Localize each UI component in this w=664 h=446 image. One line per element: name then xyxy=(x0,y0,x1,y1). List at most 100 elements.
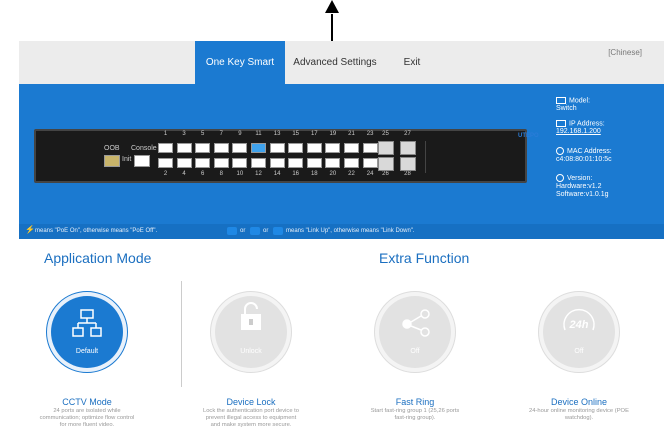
device-lock-desc: Lock the authentication port device to p… xyxy=(202,408,300,428)
model-value: Switch xyxy=(556,105,577,113)
sfp-port[interactable] xyxy=(400,141,416,155)
port-number-label: 24 xyxy=(366,171,374,177)
ethernet-port[interactable] xyxy=(362,143,378,153)
port-number-label: 2 xyxy=(163,171,168,177)
cctv-mode-desc: 24 ports are isolated while communicatio… xyxy=(39,408,135,428)
ethernet-port[interactable] xyxy=(213,158,229,168)
ethernet-port[interactable] xyxy=(362,158,378,168)
info-icon xyxy=(556,174,564,182)
cctv-mode-inner: Default xyxy=(51,296,123,368)
link-up-swatch-2 xyxy=(250,227,260,235)
device-lock-title: Device Lock xyxy=(226,397,276,407)
port-number-label: 23 xyxy=(366,131,374,137)
fast-ring-desc: Start fast-ring group 1 (25,26 ports fas… xyxy=(370,408,460,421)
section-divider xyxy=(181,281,182,387)
ethernet-port[interactable] xyxy=(344,158,359,168)
port-number-label: 18 xyxy=(310,171,318,177)
ethernet-port[interactable] xyxy=(306,158,322,168)
mac-info: MAC Address: c4:08:80:01:10:5c xyxy=(556,147,612,164)
port-number-label: 3 xyxy=(182,131,186,137)
ethernet-port[interactable] xyxy=(213,143,229,153)
sfp-port[interactable] xyxy=(400,157,416,171)
port-number-label: 12 xyxy=(255,171,262,177)
application-mode-title: Application Mode xyxy=(44,250,152,266)
monitor-icon xyxy=(556,97,566,104)
console-port xyxy=(134,155,150,167)
port-number-label: 19 xyxy=(329,131,337,137)
oob-port xyxy=(104,155,120,167)
ethernet-port[interactable] xyxy=(344,143,359,153)
ethernet-port[interactable] xyxy=(176,158,192,168)
port-number-label: 7 xyxy=(219,131,223,137)
device-online-inner: 24h Off xyxy=(543,296,615,368)
ethernet-port[interactable] xyxy=(269,143,285,153)
ip-label: IP Address: xyxy=(569,120,605,128)
fast-ring-title: Fast Ring xyxy=(395,397,435,407)
fast-ring-button[interactable]: Off xyxy=(374,291,456,373)
legend-or-2: or xyxy=(263,228,269,234)
ethernet-port[interactable] xyxy=(195,143,211,153)
port-number-label: 21 xyxy=(348,131,355,137)
port-number-label: 8 xyxy=(219,171,223,177)
port-number-label: 5 xyxy=(201,131,205,137)
hardware-version: Hardware:v1.2 xyxy=(556,182,602,190)
ethernet-port[interactable] xyxy=(158,158,173,168)
port-number-label: 25 xyxy=(382,131,389,137)
legend-bar: ⚡ means "PoE On", otherwise means "PoE O… xyxy=(19,224,664,239)
top-nav-bar: One Key Smart Advanced Settings Exit [Ch… xyxy=(19,41,664,84)
ethernet-port[interactable] xyxy=(306,143,322,153)
device-online-title: Device Online xyxy=(550,397,608,407)
fast-ring-state: Off xyxy=(410,348,420,355)
ethernet-port[interactable] xyxy=(195,158,211,168)
port-number-label: 6 xyxy=(201,171,205,177)
init-label: Init xyxy=(122,156,132,163)
port-number-label: 1 xyxy=(163,131,168,137)
ethernet-port[interactable] xyxy=(158,143,173,153)
ethernet-port[interactable] xyxy=(176,143,192,153)
cctv-mode-button[interactable]: Default xyxy=(46,291,128,373)
device-online-desc: 24-hour online monitoring device (POE wa… xyxy=(529,408,629,421)
language-link[interactable]: [Chinese] xyxy=(608,48,642,57)
ethernet-port[interactable] xyxy=(232,158,248,168)
ethernet-port[interactable] xyxy=(288,143,304,153)
software-version: Software:v1.0.1g xyxy=(556,190,609,198)
sfp-port[interactable] xyxy=(378,157,394,171)
tab-advanced-settings[interactable]: Advanced Settings xyxy=(288,41,382,84)
port-number-label: 9 xyxy=(238,131,242,137)
svg-text:24h: 24h xyxy=(569,319,589,331)
ethernet-port[interactable] xyxy=(251,158,266,168)
poe-legend-text: means "PoE On", otherwise means "PoE Off… xyxy=(35,228,158,234)
sfp-port[interactable] xyxy=(378,141,394,155)
ethernet-port[interactable] xyxy=(232,143,248,153)
ethernet-port[interactable] xyxy=(288,158,304,168)
tab-exit[interactable]: Exit xyxy=(392,41,432,84)
cctv-mode-title: CCTV Mode xyxy=(62,397,112,407)
device-online-button[interactable]: 24h Off xyxy=(538,291,620,373)
ethernet-port[interactable] xyxy=(269,158,285,168)
port-number-label: 20 xyxy=(329,171,337,177)
device-lock-state: Unlock xyxy=(240,348,262,355)
port-number-label: 13 xyxy=(273,131,281,137)
device-online-state: Off xyxy=(574,348,584,355)
port-number-label: 28 xyxy=(404,171,411,177)
ethernet-port[interactable] xyxy=(325,143,341,153)
lock-icon xyxy=(241,302,261,330)
mac-value: c4:08:80:01:10:5c xyxy=(556,155,612,163)
computer-icon xyxy=(556,120,566,127)
ethernet-port[interactable] xyxy=(251,143,266,153)
model-label: Model: xyxy=(569,97,591,105)
link-up-swatch-3 xyxy=(273,227,283,235)
legend-or-1: or xyxy=(240,228,246,234)
link-legend-text: means "Link Up", otherwise means "Link D… xyxy=(286,228,415,234)
ethernet-port[interactable] xyxy=(325,158,341,168)
device-lock-button[interactable]: Unlock xyxy=(210,291,292,373)
tab-one-key-smart[interactable]: One Key Smart xyxy=(195,41,285,84)
poe-icon: ⚡ xyxy=(25,225,35,234)
annotation-arrow-head xyxy=(325,0,339,13)
oob-label: OOB xyxy=(104,145,120,152)
port-number-label: 15 xyxy=(292,131,300,137)
ip-value[interactable]: 192.168.1.200 xyxy=(556,128,601,135)
status-led-panel xyxy=(425,141,507,173)
port-number-label: 17 xyxy=(310,131,318,137)
switch-front-panel: OOB Init Console 1 2 3 4 5 6 7 8 9 10 11 12 13 14 15 16… xyxy=(34,129,539,183)
